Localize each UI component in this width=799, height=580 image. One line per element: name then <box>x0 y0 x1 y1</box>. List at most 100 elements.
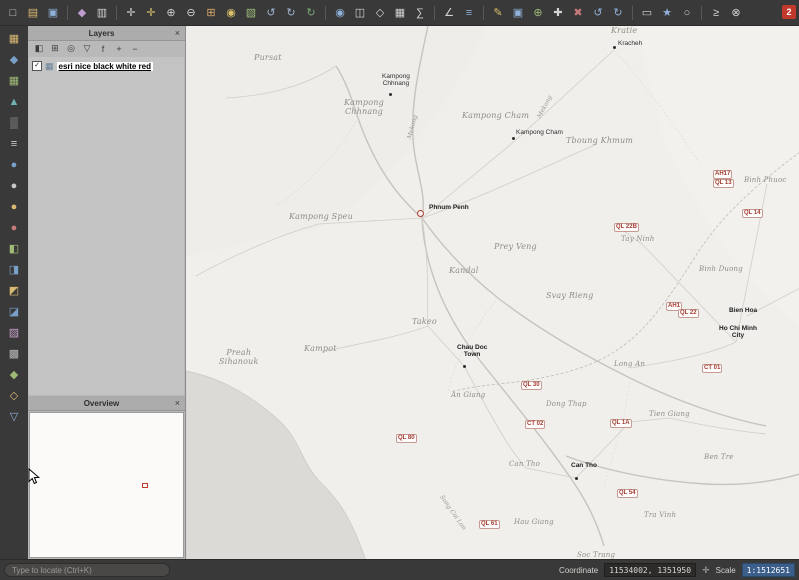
zoom-full-icon[interactable]: ⊞ <box>202 4 220 22</box>
bookmarks-icon[interactable]: ★ <box>658 4 676 22</box>
style-manager-icon[interactable]: ◆ <box>73 4 91 22</box>
layers-panel-header[interactable]: Layers × <box>28 26 185 41</box>
statistics-icon[interactable]: ≡ <box>460 4 478 22</box>
expand-all-icon[interactable]: + <box>113 43 125 55</box>
province-label: Pursat <box>254 53 282 62</box>
identify-features-icon[interactable]: ◉ <box>331 4 349 22</box>
add-wms-layer-icon[interactable]: ◧ <box>6 240 23 257</box>
city-dot <box>389 93 392 96</box>
add-point-cloud-layer-icon[interactable]: ▒ <box>6 114 23 131</box>
add-feature-icon[interactable]: ⊕ <box>529 4 547 22</box>
new-project-icon[interactable]: □ <box>4 4 22 22</box>
dock-panels: Layers × ◧ ⊞ ◎ ▽ f +− ✓ ▦ esri nice black whi… <box>28 26 186 559</box>
road-shield-label: QL 22B <box>614 223 639 232</box>
python-console-icon[interactable]: ≥ <box>707 4 725 22</box>
new-virtual-layer-icon[interactable]: ▽ <box>6 408 23 425</box>
layer-tree[interactable]: ✓ ▦ esri nice black white red <box>29 57 184 395</box>
collapse-all-icon[interactable]: − <box>129 43 141 55</box>
add-vector-layer-icon[interactable]: ◆ <box>6 51 23 68</box>
province-label: Kampong Speu <box>289 212 353 221</box>
new-shapefile-layer-icon[interactable]: ◇ <box>6 387 23 404</box>
zoom-next-icon[interactable]: ↻ <box>282 4 300 22</box>
overview-map[interactable] <box>29 412 184 558</box>
map-canvas[interactable]: KratiePursatKampong ChhnangKampong ChamT… <box>186 26 799 559</box>
delete-selected-icon[interactable]: ✖ <box>569 4 587 22</box>
province-label: Tra Vinh <box>644 511 676 519</box>
scale-value[interactable]: 1:1512651 <box>742 563 795 577</box>
add-mssql-layer-icon[interactable]: ● <box>6 198 23 215</box>
layer-name[interactable]: esri nice black white red <box>57 62 153 71</box>
add-delimited-text-layer-icon[interactable]: ≡ <box>6 135 23 152</box>
add-raster-layer-icon[interactable]: ▦ <box>6 72 23 89</box>
temporal-controller-icon[interactable]: ○ <box>678 4 696 22</box>
extents-icon[interactable]: ✛ <box>702 565 710 576</box>
close-icon[interactable]: × <box>170 398 180 408</box>
toolbar-separator <box>632 6 633 20</box>
save-project-icon[interactable]: ▣ <box>44 4 62 22</box>
add-arcgis-rest-layer-icon[interactable]: ◪ <box>6 303 23 320</box>
refresh-map-icon[interactable]: ↻ <box>302 4 320 22</box>
open-layer-styling-icon[interactable]: ◧ <box>33 43 45 55</box>
province-label: Tay Ninh <box>621 235 654 243</box>
add-mesh-layer-icon[interactable]: ▲ <box>6 93 23 110</box>
zoom-out-icon[interactable]: ⊖ <box>182 4 200 22</box>
layer-visibility-checkbox[interactable]: ✓ <box>32 61 42 71</box>
overview-panel-title: Overview <box>84 399 120 408</box>
city-label: Bien Hoa <box>729 307 757 314</box>
zoom-last-icon[interactable]: ↺ <box>262 4 280 22</box>
layer-item[interactable]: ✓ ▦ esri nice black white red <box>32 61 181 71</box>
filter-by-expression-icon[interactable]: f <box>97 43 109 55</box>
vertex-tool-icon[interactable]: ✚ <box>549 4 567 22</box>
overview-panel-header[interactable]: Overview × <box>28 396 185 411</box>
open-data-source-manager-icon[interactable]: ▦ <box>6 30 23 47</box>
coordinate-value[interactable]: 11534002, 1351950 <box>604 563 696 577</box>
processing-toolbox-icon[interactable]: ⊗ <box>727 4 745 22</box>
messages-badge[interactable]: 2 <box>782 5 796 19</box>
locator-input[interactable]: Type to locate (Ctrl+K) <box>4 563 170 577</box>
undo-icon[interactable]: ↺ <box>589 4 607 22</box>
select-features-icon[interactable]: ◫ <box>351 4 369 22</box>
add-spatialite-layer-icon[interactable]: ● <box>6 177 23 194</box>
add-oracle-layer-icon[interactable]: ● <box>6 219 23 236</box>
field-calculator-icon[interactable]: ∑ <box>411 4 429 22</box>
deselect-features-icon[interactable]: ◇ <box>371 4 389 22</box>
zoom-to-layer-icon[interactable]: ▧ <box>242 4 260 22</box>
toggle-editing-icon[interactable]: ✎ <box>489 4 507 22</box>
add-wfs-layer-icon[interactable]: ◩ <box>6 282 23 299</box>
manage-map-themes-icon[interactable]: ◎ <box>65 43 77 55</box>
province-label: Ben Tre <box>704 453 734 461</box>
add-vector-tile-layer-icon[interactable]: ▨ <box>6 324 23 341</box>
new-geopackage-layer-icon[interactable]: ◆ <box>6 366 23 383</box>
province-label: Preah Sihanouk <box>219 348 259 366</box>
new-layout-icon[interactable]: ▭ <box>638 4 656 22</box>
save-edits-icon[interactable]: ▣ <box>509 4 527 22</box>
add-wcs-layer-icon[interactable]: ◨ <box>6 261 23 278</box>
add-group-icon[interactable]: ⊞ <box>49 43 61 55</box>
pan-map-icon[interactable]: ✛ <box>122 4 140 22</box>
add-postgis-layer-icon[interactable]: ● <box>6 156 23 173</box>
layout-manager-icon[interactable]: ▥ <box>93 4 111 22</box>
qgis-window: □▤▣◆▥✛✛⊕⊖⊞◉▧↺↻↻◉◫◇▦∑∠≡✎▣⊕✚✖↺↻▭★○≥⊗ 2 ▦◆▦… <box>0 0 799 580</box>
close-icon[interactable]: × <box>170 28 180 38</box>
city-dot <box>463 365 466 368</box>
open-project-icon[interactable]: ▤ <box>24 4 42 22</box>
overview-extent-rect[interactable] <box>142 483 148 488</box>
redo-icon[interactable]: ↻ <box>609 4 627 22</box>
road-shield-label: CT 02 <box>525 420 545 429</box>
province-label: Prey Veng <box>494 242 537 251</box>
filter-legend-icon[interactable]: ▽ <box>81 43 93 55</box>
measure-icon[interactable]: ∠ <box>440 4 458 22</box>
province-label: Kampot <box>304 344 337 353</box>
toolbar-separator <box>701 6 702 20</box>
province-label: Can Tho <box>509 460 540 468</box>
attribute-table-icon[interactable]: ▦ <box>391 4 409 22</box>
city-label: Ho Chi Minh City <box>719 325 757 340</box>
add-xyz-layer-icon[interactable]: ▩ <box>6 345 23 362</box>
zoom-to-selection-icon[interactable]: ◉ <box>222 4 240 22</box>
province-label: Tien Giang <box>649 410 690 418</box>
pan-to-selection-icon[interactable]: ✛ <box>142 4 160 22</box>
main-row: ▦ ◆ ▦ ▲ ▒ ≡ ● ● ● ● ◧ ◨ ◩ ◪ ▨ ▩ ◆ ◇ ▽ Layers × ◧ ⊞ ◎ ▽ f +− ✓ ▦… <box>0 26 799 559</box>
road-shield-label: QL 22 <box>678 309 699 318</box>
province-label: Kampong Cham <box>462 111 529 120</box>
zoom-in-icon[interactable]: ⊕ <box>162 4 180 22</box>
